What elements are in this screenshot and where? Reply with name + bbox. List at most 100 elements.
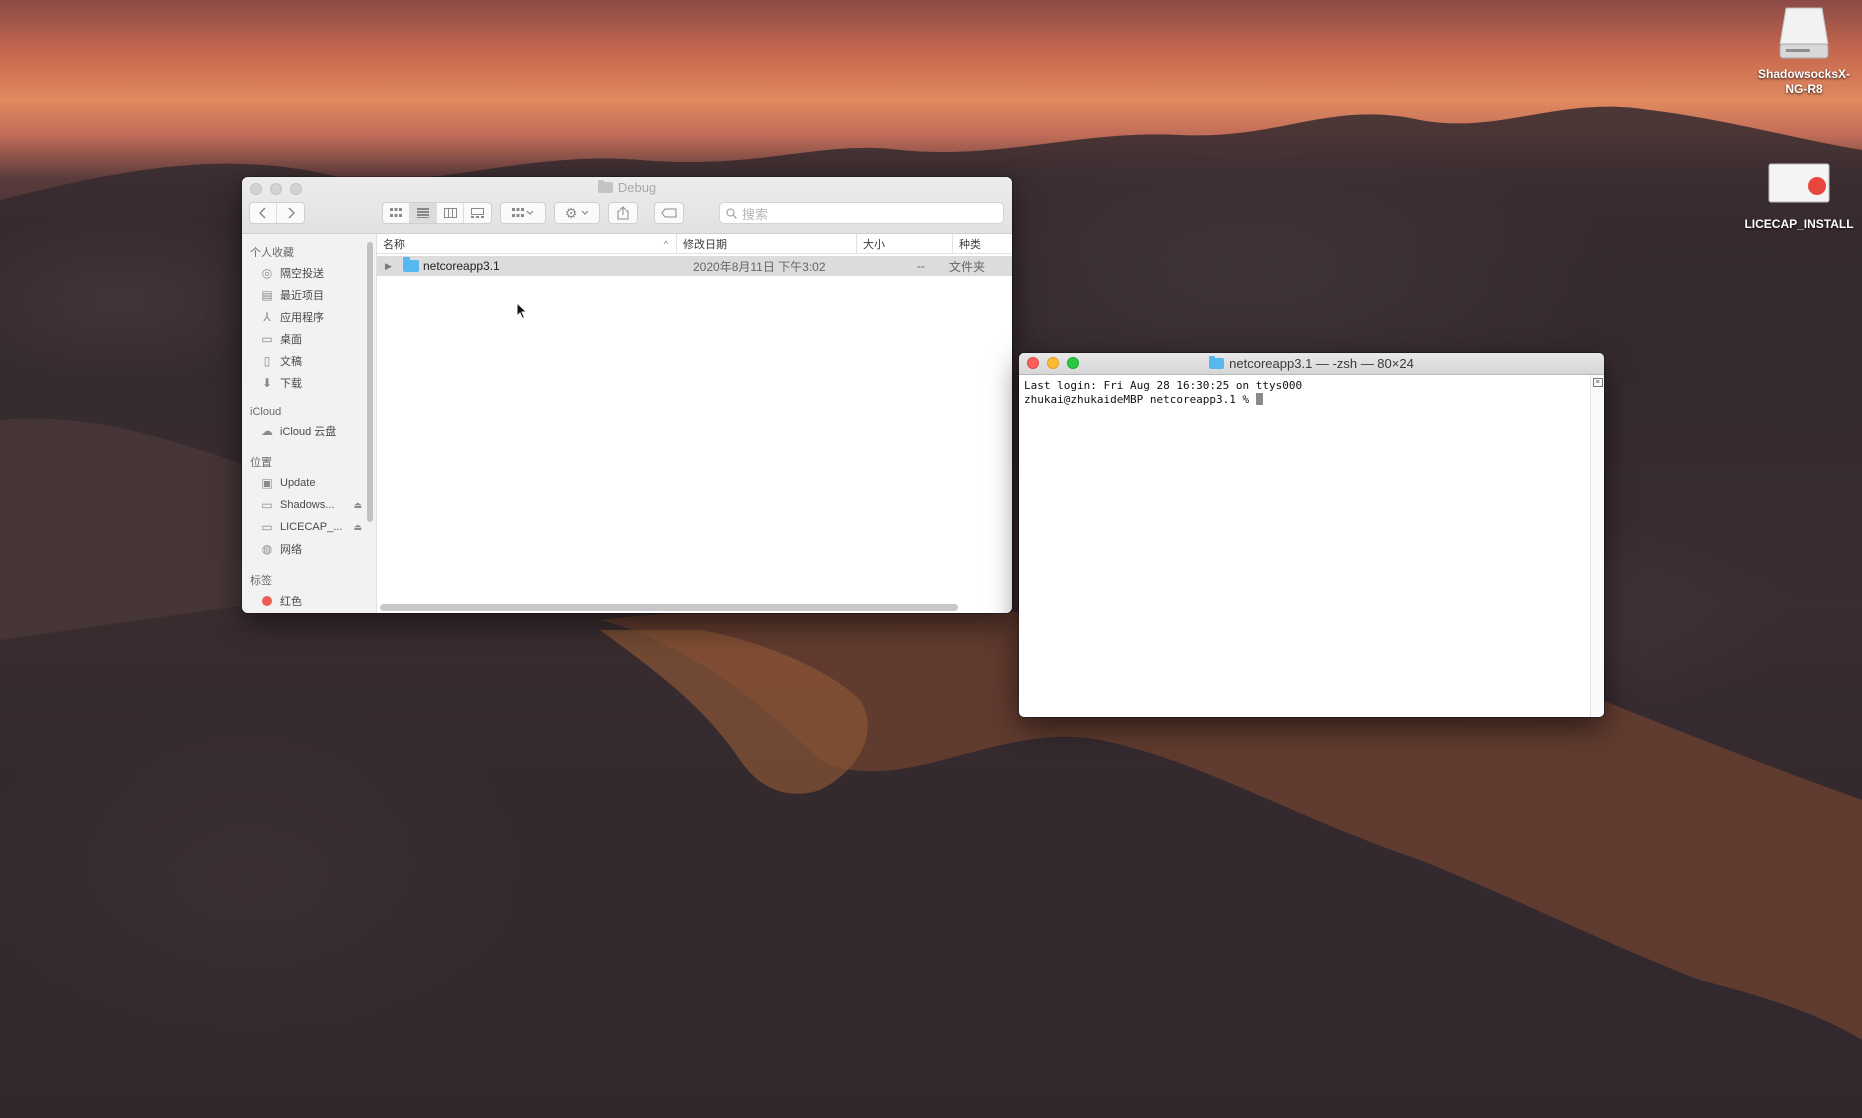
sidebar-item-icloud-drive[interactable]: ☁ iCloud 云盘 [242,420,376,442]
tag-icon [661,208,677,218]
gear-icon: ⚙ [564,204,578,221]
terminal-scrollbar[interactable]: ≡ [1590,375,1604,717]
finder-titlebar[interactable]: Debug ⚙ 搜索 [242,177,1012,234]
sidebar-item-airdrop[interactable]: ◎ 隔空投送 [242,262,376,284]
sidebar-item-update[interactable]: ▣ Update [242,472,376,494]
share-button[interactable] [608,202,638,224]
globe-icon: ◍ [261,542,273,556]
row-size: -- [917,259,925,273]
folder-icon [1209,356,1225,369]
sidebar-item-label: 应用程序 [280,312,324,324]
sidebar-item-label: 最近项目 [280,290,324,302]
column-kind-label: 种类 [959,238,981,251]
group-button[interactable] [500,202,546,224]
sort-ascending-icon: ^ [663,238,668,249]
folder-icon [597,180,613,193]
disk-icon: ▭ [261,498,273,512]
row-kind: 文件夹 [949,259,986,274]
sidebar-item-licecap[interactable]: ▭ LICECAP_... ⏏ [242,516,376,538]
sidebar-item-label: Shadows... [280,499,335,511]
desktop-icon: ▭ [261,332,273,346]
folder-icon [403,257,419,272]
eject-icon[interactable]: ⏏ [353,500,362,511]
sidebar-item-label: LICECAP_... [280,521,343,533]
column-kind[interactable]: 种类 [953,234,1009,253]
sidebar-item-label: 红色 [280,596,302,608]
mouse-pointer-icon [516,302,528,320]
column-name[interactable]: 名称 ^ [377,234,677,253]
row-date: 2020年8月11日 下午3:02 [693,259,826,274]
icon-view-button[interactable] [383,203,410,223]
columns-icon [443,208,457,218]
column-size-label: 大小 [863,238,885,251]
share-icon [617,206,629,220]
disk-image-icon [1768,163,1830,203]
terminal-prompt: zhukai@zhukaideMBP netcoreapp3.1 % [1024,393,1256,406]
terminal-output[interactable]: Last login: Fri Aug 28 16:30:25 on ttys0… [1019,375,1604,411]
sidebar-item-network[interactable]: ◍ 网络 [242,538,376,560]
sidebar-item-label: 下载 [280,378,302,390]
list-view-button[interactable] [410,203,437,223]
finder-body: 个人收藏 ◎ 隔空投送 ▤ 最近项目 ⅄ 应用程序 ▭ 桌面 ▯ 文稿 ⬇ 下载 iClou… [242,234,1012,613]
recents-icon: ▤ [261,288,273,302]
sidebar-item-downloads[interactable]: ⬇ 下载 [242,372,376,394]
desktop-icon-label: ShadowsocksX-NG-R8 [1757,67,1851,96]
sidebar-item-documents[interactable]: ▯ 文稿 [242,350,376,372]
chevron-down-icon [581,210,589,215]
sidebar-item-recents[interactable]: ▤ 最近项目 [242,284,376,306]
sidebar-header-locations: 位置 [250,457,272,469]
terminal-window[interactable]: netcoreapp3.1 — -zsh — 80×24 Last login:… [1019,353,1604,717]
finder-window[interactable]: Debug ⚙ 搜索 个人收藏 ◎ 隔空投送 ▤ 最近项目 ⅄ 应用程序 ▭ 桌… [242,177,1012,613]
split-pane-icon[interactable]: ≡ [1592,378,1603,387]
table-row[interactable]: ▶ netcoreapp3.1 2020年8月11日 下午3:02 -- 文件夹 [377,256,1012,276]
chevron-right-icon [287,207,295,219]
sidebar-item-tag-orange[interactable]: 橙色 [242,612,376,613]
eject-icon[interactable]: ⏏ [353,522,362,533]
forward-button[interactable] [277,203,304,223]
sidebar-item-tag-red[interactable]: 红色 [242,590,376,612]
sidebar-item-applications[interactable]: ⅄ 应用程序 [242,306,376,328]
sidebar-item-label: 网络 [280,544,302,556]
nav-buttons [249,202,305,224]
chevron-left-icon [259,207,266,219]
disk-icon: ▭ [261,520,273,534]
cloud-icon: ☁ [261,424,273,438]
gallery-view-button[interactable] [464,203,491,223]
finder-toolbar: ⚙ 搜索 [242,202,1012,226]
sidebar-item-label: 桌面 [280,334,302,346]
terminal-title: netcoreapp3.1 — -zsh — 80×24 [1019,356,1604,371]
finder-title-text: Debug [617,180,657,195]
column-view-button[interactable] [437,203,464,223]
desktop-icon-shadowsocks[interactable]: ShadowsocksX-NG-R8 [1748,4,1860,97]
sidebar-item-label: iCloud 云盘 [280,426,337,438]
column-date-label: 修改日期 [683,238,727,251]
applications-icon: ⅄ [263,310,271,324]
row-name: netcoreapp3.1 [423,259,500,273]
airdrop-icon: ◎ [261,266,273,280]
finder-title: Debug [242,180,1012,195]
sidebar-item-label: 隔空投送 [280,268,324,280]
terminal-titlebar[interactable]: netcoreapp3.1 — -zsh — 80×24 [1019,353,1604,375]
sidebar-header-tags: 标签 [250,575,272,587]
sidebar-item-desktop[interactable]: ▭ 桌面 [242,328,376,350]
desktop-icon-label: LICECAP_INSTALL [1744,217,1854,231]
download-icon: ⬇ [261,376,273,390]
disclosure-triangle-icon[interactable]: ▶ [385,261,397,272]
group-icon [512,208,534,217]
horizontal-scrollbar[interactable] [380,604,958,611]
search-field[interactable]: 搜索 [719,202,1004,224]
finder-sidebar: 个人收藏 ◎ 隔空投送 ▤ 最近项目 ⅄ 应用程序 ▭ 桌面 ▯ 文稿 ⬇ 下载 iClou… [242,234,377,613]
sidebar-item-label: Update [280,477,316,489]
sidebar-item-shadowsocks[interactable]: ▭ Shadows... ⏏ [242,494,376,516]
action-button[interactable]: ⚙ [554,202,600,224]
back-button[interactable] [250,203,277,223]
column-size[interactable]: 大小 [857,234,953,253]
tags-button[interactable] [654,202,684,224]
column-date[interactable]: 修改日期 [677,234,857,253]
sidebar-header-favorites: 个人收藏 [250,247,294,259]
external-drive-icon [1779,7,1829,59]
grid-icon [390,208,402,217]
tag-color-dot [262,596,272,606]
sidebar-scrollbar[interactable] [367,242,373,522]
desktop-icon-licecap[interactable]: LICECAP_INSTALL [1740,160,1858,231]
